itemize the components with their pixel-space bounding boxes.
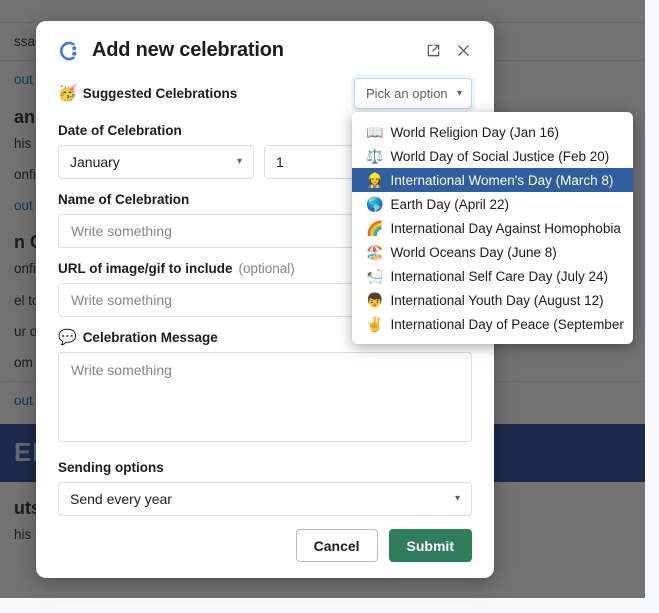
suggested-celebrations-label-text: Suggested Celebrations <box>82 86 238 101</box>
dropdown-option-label: World Day of Social Justice (Feb 20) <box>390 148 610 164</box>
dropdown-option-emoji: 🌈 <box>366 220 384 236</box>
dropdown-option-emoji: 🏖️ <box>366 244 384 260</box>
day-select-value: 1 <box>276 154 284 170</box>
suggested-celebrations-dropdown[interactable]: 📖 World Religion Day (Jan 16) ⚖️ World Day … <box>352 112 633 344</box>
month-select[interactable]: January ▾ <box>58 145 254 179</box>
modal-footer: Cancel Submit <box>36 517 494 578</box>
modal-header: Add new celebration <box>36 21 494 72</box>
dropdown-option[interactable]: 🏖️ World Oceans Day (June 8) <box>352 240 633 264</box>
dropdown-option-emoji: 🛀 <box>366 268 384 284</box>
speech-balloon-icon: 💬 <box>58 329 77 346</box>
suggested-celebrations-select[interactable]: Pick an option ▾ <box>354 78 472 109</box>
app-logo-icon <box>58 40 80 62</box>
suggested-celebrations-row: 🥳 Suggested Celebrations Pick an option … <box>58 78 472 109</box>
dropdown-option-label: World Oceans Day (June 8) <box>390 244 557 260</box>
image-url-optional-text: (optional) <box>238 261 295 276</box>
submit-button[interactable]: Submit <box>388 529 472 562</box>
celebration-message-group: 💬 Celebration Message <box>58 330 472 447</box>
dropdown-option-emoji: 👷‍♀️ <box>366 172 384 188</box>
sending-options-label: Sending options <box>58 460 164 475</box>
dropdown-option-emoji: 🌎 <box>366 196 384 212</box>
sending-options-select[interactable]: Send every year ▾ <box>58 482 472 516</box>
dropdown-option-emoji: 👦 <box>366 292 384 308</box>
dropdown-option[interactable]: 🌈 International Day Against Homophobia <box>352 216 633 240</box>
dropdown-option-emoji: ⚖️ <box>366 148 384 164</box>
celebration-message-label-text: Celebration Message <box>82 330 218 345</box>
dropdown-option[interactable]: ⚖️ World Day of Social Justice (Feb 20) <box>352 144 633 168</box>
month-select-value: January <box>70 154 120 170</box>
sending-options-group: Sending options Send every year ▾ <box>58 460 472 516</box>
suggested-celebrations-label: 🥳 Suggested Celebrations <box>58 86 237 101</box>
chevron-down-icon: ▾ <box>236 156 242 167</box>
party-face-icon: 🥳 <box>58 85 77 102</box>
chevron-down-icon: ▾ <box>454 493 460 504</box>
cancel-button[interactable]: Cancel <box>295 529 378 562</box>
dropdown-option[interactable]: 📖 World Religion Day (Jan 16) <box>352 120 633 144</box>
dropdown-option-label: World Religion Day (Jan 16) <box>390 124 560 140</box>
dropdown-option-label: International Day Against Homophobia <box>390 220 621 236</box>
sending-options-value: Send every year <box>70 491 172 507</box>
dropdown-option-emoji: ✌️ <box>366 316 384 332</box>
dropdown-option-label: International Day of Peace (September <box>390 316 624 332</box>
dropdown-option[interactable]: 🌎 Earth Day (April 22) <box>352 192 633 216</box>
dropdown-option-label: International Self Care Day (July 24) <box>390 268 609 284</box>
dropdown-option-emoji: 📖 <box>366 124 384 140</box>
celebration-message-textarea[interactable] <box>58 352 472 442</box>
dropdown-option[interactable]: 👷‍♀️ International Women's Day (March 8) <box>352 168 633 192</box>
dropdown-option[interactable]: 🛀 International Self Care Day (July 24) <box>352 264 633 288</box>
image-url-label-text: URL of image/gif to include <box>58 261 233 276</box>
suggested-celebrations-select-value: Pick an option <box>366 86 448 101</box>
close-icon[interactable] <box>452 40 474 62</box>
chevron-down-icon: ▾ <box>456 87 462 99</box>
dropdown-option[interactable]: ✌️ International Day of Peace (September <box>352 312 633 336</box>
dropdown-option-label: International Youth Day (August 12) <box>390 292 604 308</box>
open-in-new-window-icon[interactable] <box>422 40 444 62</box>
modal-title: Add new celebration <box>92 39 284 61</box>
dropdown-option-label: International Women's Day (March 8) <box>390 172 614 188</box>
dropdown-option-label: Earth Day (April 22) <box>390 196 509 212</box>
dropdown-option[interactable]: 👦 International Youth Day (August 12) <box>352 288 633 312</box>
